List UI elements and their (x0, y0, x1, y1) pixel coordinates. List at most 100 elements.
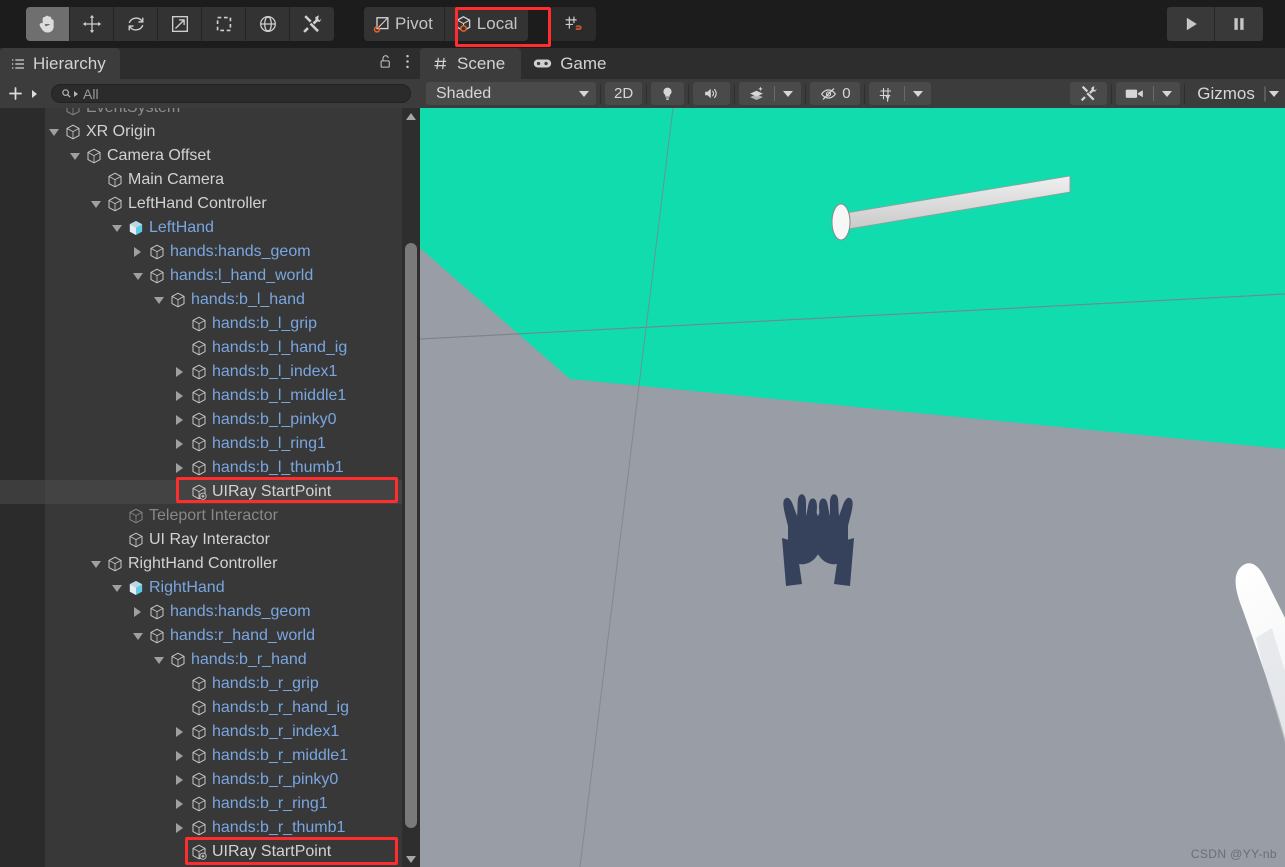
hierarchy-row[interactable]: hands:b_l_hand_ig (0, 336, 402, 360)
tab-hierarchy[interactable]: Hierarchy (0, 48, 120, 79)
hierarchy-row-label: hands:b_l_index1 (212, 363, 338, 380)
collapse-triangle-icon[interactable] (150, 656, 167, 664)
hierarchy-row[interactable]: RightHand Controller (0, 552, 402, 576)
hierarchy-row[interactable]: XR Origin (0, 120, 402, 144)
hierarchy-row[interactable]: UIRay StartPoint (0, 480, 402, 504)
rect-tool-button[interactable] (202, 7, 246, 41)
gizmos-button[interactable]: Gizmos (1189, 84, 1263, 104)
tab-scene[interactable]: Scene (420, 48, 522, 79)
hierarchy-row-label: Teleport Interactor (149, 507, 278, 524)
hand-tool-button[interactable] (26, 7, 70, 41)
pivot-toggle-button[interactable]: Pivot (364, 7, 445, 41)
hierarchy-row[interactable]: hands:b_l_thumb1 (0, 456, 402, 480)
expand-triangle-icon[interactable] (171, 463, 188, 473)
hierarchy-row[interactable]: LeftHand Controller (0, 192, 402, 216)
hierarchy-row[interactable]: hands:b_l_middle1 (0, 384, 402, 408)
expand-triangle-icon[interactable] (171, 367, 188, 377)
hierarchy-row[interactable]: hands:b_l_grip (0, 312, 402, 336)
expand-triangle-icon[interactable] (129, 247, 146, 257)
collapse-triangle-icon[interactable] (150, 296, 167, 304)
collapse-triangle-icon[interactable] (87, 200, 104, 208)
hierarchy-row-label: RightHand Controller (128, 555, 278, 572)
expand-triangle-icon[interactable] (171, 823, 188, 833)
scene-fx-dropdown[interactable] (775, 82, 801, 105)
hierarchy-row[interactable]: hands:b_r_index1 (0, 720, 402, 744)
grid-snapping-button[interactable] (550, 7, 596, 41)
collapse-triangle-icon[interactable] (129, 632, 146, 640)
expand-triangle-icon[interactable] (171, 799, 188, 809)
scene-camera-dropdown[interactable] (1154, 82, 1180, 105)
expand-triangle-icon[interactable] (171, 415, 188, 425)
scene-lighting-button[interactable] (651, 82, 685, 105)
scale-tool-button[interactable] (158, 7, 202, 41)
hierarchy-row[interactable]: hands:b_r_middle1 (0, 744, 402, 768)
scene-audio-button[interactable] (693, 82, 731, 105)
scene-fx-button[interactable] (739, 82, 774, 105)
hierarchy-search-input[interactable]: All (51, 84, 411, 103)
hierarchy-row[interactable]: hands:b_r_hand (0, 648, 402, 672)
toggle-2d-button[interactable]: 2D (605, 82, 643, 105)
pause-button[interactable] (1215, 7, 1263, 41)
scene-camera-button[interactable] (1116, 82, 1153, 105)
expand-triangle-icon[interactable] (171, 775, 188, 785)
scrollbar-thumb[interactable] (405, 243, 417, 828)
hierarchy-row[interactable]: hands:b_l_index1 (0, 360, 402, 384)
hidden-objects-count: 0 (842, 85, 851, 102)
hierarchy-row[interactable]: hands:b_r_hand_ig (0, 696, 402, 720)
collapse-triangle-icon[interactable] (87, 560, 104, 568)
hierarchy-row[interactable]: hands:hands_geom (0, 240, 402, 264)
create-object-button[interactable] (6, 84, 41, 103)
scene-viewport[interactable]: CSDN @YY-nb (420, 108, 1285, 867)
move-tool-button[interactable] (70, 7, 114, 41)
hierarchy-row[interactable]: hands:b_r_ring1 (0, 792, 402, 816)
custom-tool-button[interactable] (290, 7, 334, 41)
grid-dropdown[interactable] (905, 82, 931, 105)
collapse-triangle-icon[interactable] (108, 224, 125, 232)
expand-triangle-icon[interactable] (171, 391, 188, 401)
handle-space-button[interactable]: Local (444, 7, 529, 41)
expand-triangle-icon[interactable] (171, 439, 188, 449)
hierarchy-row[interactable]: hands:b_l_hand (0, 288, 402, 312)
hierarchy-row[interactable]: hands:l_hand_world (0, 264, 402, 288)
grid-axis-button[interactable] (869, 82, 904, 105)
hierarchy-row[interactable]: hands:b_r_pinky0 (0, 768, 402, 792)
transform-tool-button[interactable] (246, 7, 290, 41)
hierarchy-row[interactable]: hands:b_r_thumb1 (0, 816, 402, 840)
hierarchy-row[interactable]: LeftHand (0, 216, 402, 240)
kebab-menu-icon[interactable] (405, 53, 414, 75)
gizmos-dropdown-chevron-icon[interactable] (1269, 90, 1279, 97)
hierarchy-row[interactable]: EventSystem (0, 108, 402, 120)
lock-open-icon[interactable] (378, 53, 393, 75)
hierarchy-row[interactable]: Main Camera (0, 168, 402, 192)
hierarchy-row[interactable]: hands:b_l_ring1 (0, 432, 402, 456)
hierarchy-row[interactable]: RightHand (0, 576, 402, 600)
rotate-tool-button[interactable] (114, 7, 158, 41)
expand-triangle-icon[interactable] (129, 607, 146, 617)
collapse-triangle-icon[interactable] (66, 152, 83, 160)
tab-game[interactable]: Game (521, 48, 622, 79)
hierarchy-row[interactable]: hands:hands_geom (0, 600, 402, 624)
scene-tools-button[interactable] (1070, 82, 1108, 105)
play-button[interactable] (1167, 7, 1215, 41)
scene-hidden-objects-button[interactable]: 0 (810, 82, 860, 105)
scroll-down-arrow-icon[interactable] (402, 851, 420, 867)
hierarchy-row[interactable]: Teleport Interactor (0, 504, 402, 528)
hierarchy-row[interactable]: Camera Offset (0, 144, 402, 168)
hierarchy-row[interactable]: UIRay StartPoint (0, 840, 402, 864)
hierarchy-row[interactable]: hands:r_hand_world (0, 624, 402, 648)
hierarchy-row[interactable]: UI Ray Interactor (0, 528, 402, 552)
hierarchy-search-row: All (0, 79, 420, 108)
hierarchy-row[interactable]: hands:b_r_grip (0, 672, 402, 696)
hierarchy-row[interactable]: hands:b_l_pinky0 (0, 408, 402, 432)
gameobject-cube-icon (167, 291, 189, 309)
scroll-up-arrow-icon[interactable] (402, 108, 420, 124)
collapse-triangle-icon[interactable] (129, 272, 146, 280)
draw-mode-dropdown[interactable]: Shaded (426, 82, 596, 105)
hierarchy-vertical-scrollbar[interactable] (402, 108, 420, 867)
gameobject-cube-icon (188, 411, 210, 429)
collapse-triangle-icon[interactable] (45, 128, 62, 136)
expand-triangle-icon[interactable] (171, 751, 188, 761)
collapse-triangle-icon[interactable] (108, 584, 125, 592)
hierarchy-row-label: XR Origin (86, 123, 156, 140)
expand-triangle-icon[interactable] (171, 727, 188, 737)
